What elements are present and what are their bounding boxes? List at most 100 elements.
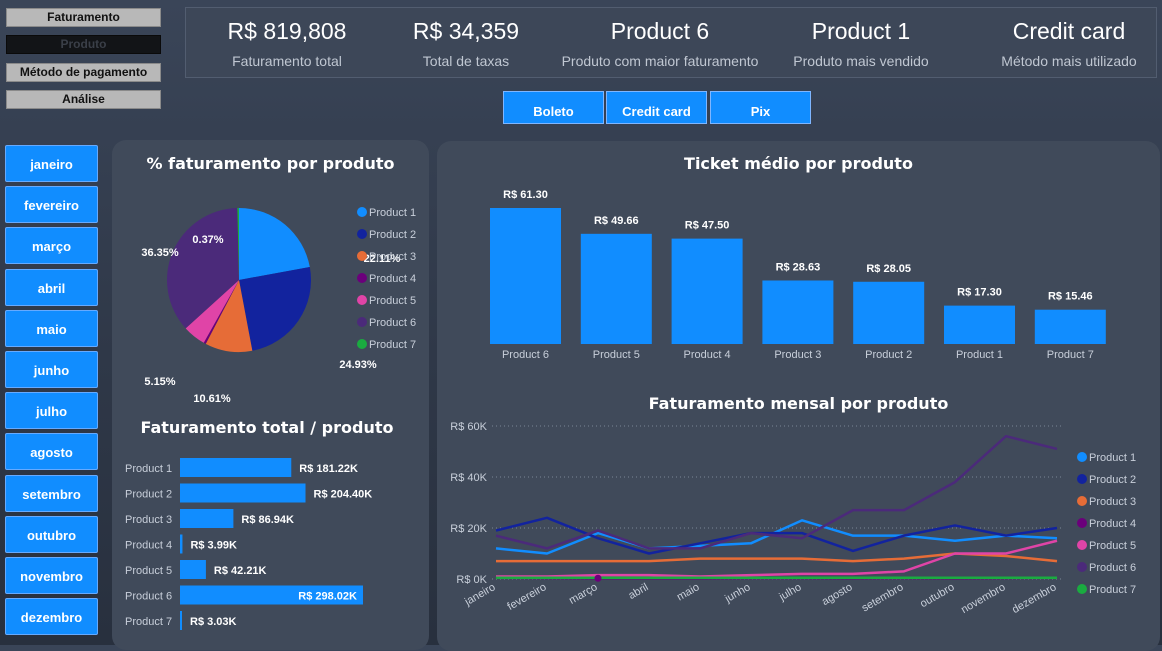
hbar-category-label: Product 4 xyxy=(125,540,172,552)
legend-label: Product 3 xyxy=(369,251,416,263)
legend-marker xyxy=(357,317,367,327)
ticket-bar xyxy=(944,305,1015,344)
kpi-label: Total de taxas xyxy=(422,53,510,69)
month-button-abril[interactable]: abril xyxy=(5,268,98,306)
x-tick-label: novembro xyxy=(959,581,1007,616)
hbar-value-label: R$ 3.03K xyxy=(190,616,237,628)
legend-label: Product 2 xyxy=(1089,474,1136,486)
hbar-category-label: Product 6 xyxy=(125,591,172,603)
x-tick-label: setembro xyxy=(860,581,906,614)
line-chart-title: Faturamento mensal por produto xyxy=(648,394,949,413)
hbar-category-label: Product 5 xyxy=(125,565,172,577)
x-tick-label: fevereiro xyxy=(505,581,548,613)
x-tick-label: dezembro xyxy=(1010,581,1058,616)
ticket-value-label: R$ 17.30 xyxy=(957,287,1002,299)
line-point-marker xyxy=(594,574,602,582)
hbar-category-label: Product 7 xyxy=(125,616,172,628)
pie-label-6: 36.35% xyxy=(141,247,179,259)
kpi-faturamento-total: R$ 819,808 Faturamento total xyxy=(187,8,387,69)
hbar-value-label: R$ 298.02K xyxy=(298,591,357,603)
month-button-março[interactable]: março xyxy=(5,227,98,265)
ticket-bar xyxy=(671,238,743,344)
kpi-value: Credit card xyxy=(1012,18,1126,44)
month-button-setembro[interactable]: setembro xyxy=(5,474,98,512)
hbar-category-label: Product 3 xyxy=(125,514,172,526)
x-tick-label: abril xyxy=(626,581,650,602)
legend-label: Product 6 xyxy=(1089,562,1136,574)
nav-button-1[interactable]: Produto xyxy=(6,35,161,54)
month-button-novembro[interactable]: novembro xyxy=(5,557,98,594)
y-tick-label: R$ 0K xyxy=(456,574,487,586)
nav-button-2[interactable]: Método de pagamento xyxy=(6,63,161,82)
ticket-value-label: R$ 47.50 xyxy=(685,220,730,232)
payment-button-credit-card[interactable]: Credit card xyxy=(606,91,707,124)
ticket-category-label: Product 5 xyxy=(593,349,640,361)
legend-marker xyxy=(357,273,367,283)
month-button-janeiro[interactable]: janeiro xyxy=(5,145,98,182)
hbar-value-label: R$ 204.40K xyxy=(314,489,373,501)
legend-label: Product 1 xyxy=(369,207,416,219)
legend-label: Product 5 xyxy=(369,295,416,307)
ticket-bar xyxy=(853,281,925,344)
month-button-junho[interactable]: junho xyxy=(5,351,98,388)
ticket-category-label: Product 6 xyxy=(502,349,549,361)
legend-marker xyxy=(1077,562,1087,572)
legend-marker xyxy=(1077,518,1087,528)
ticket-value-label: R$ 15.46 xyxy=(1048,291,1093,303)
kpi-total-taxas: R$ 34,359 Total de taxas xyxy=(366,8,566,69)
month-button-agosto[interactable]: agosto xyxy=(5,433,98,471)
kpi-value: R$ 34,359 xyxy=(412,18,520,44)
legend-label: Product 7 xyxy=(369,339,416,351)
y-tick-label: R$ 20K xyxy=(450,523,487,535)
kpi-label: Produto mais vendido xyxy=(793,53,929,69)
x-tick-label: julho xyxy=(776,581,803,604)
left-panel: % faturamento por produto 22.11% 24.93% 10… xyxy=(112,140,429,650)
payment-button-pix[interactable]: Pix xyxy=(710,91,811,124)
month-button-dezembro[interactable]: dezembro xyxy=(5,598,98,636)
right-panel: Ticket médio por produto R$ 61.30 Product… xyxy=(437,141,1160,651)
nav-button-0[interactable]: Faturamento xyxy=(6,8,161,27)
month-button-outubro[interactable]: outubro xyxy=(5,515,98,553)
pie-chart-title: % faturamento por produto xyxy=(146,154,395,173)
x-tick-label: junho xyxy=(722,581,752,605)
hbar-bar xyxy=(180,611,182,630)
ticket-value-label: R$ 28.05 xyxy=(866,263,911,275)
ticket-bar xyxy=(1034,309,1106,344)
pie-chart: 22.11%24.93%10.61%5.15%36.35%0.37%Produc… xyxy=(141,207,416,405)
ticket-bar xyxy=(762,280,834,344)
legend-marker xyxy=(1077,540,1087,550)
y-tick-label: R$ 40K xyxy=(450,472,487,484)
legend-marker xyxy=(1077,474,1087,484)
hbar-category-label: Product 2 xyxy=(125,489,172,501)
ticket-category-label: Product 2 xyxy=(865,349,912,361)
pie-label-7: 0.37% xyxy=(192,234,223,246)
legend-label: Product 7 xyxy=(1089,584,1136,596)
ticket-category-label: Product 3 xyxy=(774,349,821,361)
ticket-bar xyxy=(580,233,652,344)
month-button-fevereiro[interactable]: fevereiro xyxy=(5,186,98,224)
month-button-julho[interactable]: julho xyxy=(5,392,98,430)
hbar-bar xyxy=(180,534,183,554)
month-button-maio[interactable]: maio xyxy=(5,309,98,347)
payment-button-boleto[interactable]: Boleto xyxy=(503,91,604,124)
legend-label: Product 1 xyxy=(1089,452,1136,464)
hbar-value-label: R$ 3.99K xyxy=(190,540,237,552)
ticket-category-label: Product 1 xyxy=(956,349,1003,361)
x-tick-label: março xyxy=(567,581,599,607)
hbar-category-label: Product 1 xyxy=(125,463,172,475)
y-tick-label: R$ 60K xyxy=(450,421,487,433)
ticket-bar xyxy=(490,208,561,344)
pie-label-5: 5.15% xyxy=(144,376,175,388)
kpi-label: Método mais utilizado xyxy=(1001,53,1137,69)
ticket-value-label: R$ 61.30 xyxy=(503,189,548,201)
hbar-value-label: R$ 42.21K xyxy=(214,565,267,577)
legend-label: Product 2 xyxy=(369,229,416,241)
ticket-category-label: Product 7 xyxy=(1047,349,1094,361)
nav-button-3[interactable]: Análise xyxy=(6,90,161,109)
hbar-value-label: R$ 86.94K xyxy=(241,514,294,526)
legend-label: Product 3 xyxy=(1089,496,1136,508)
kpi-label: Faturamento total xyxy=(232,53,342,69)
hbar-bar xyxy=(180,509,234,528)
x-tick-label: outubro xyxy=(918,581,956,610)
kpi-value: Product 6 xyxy=(610,18,710,44)
